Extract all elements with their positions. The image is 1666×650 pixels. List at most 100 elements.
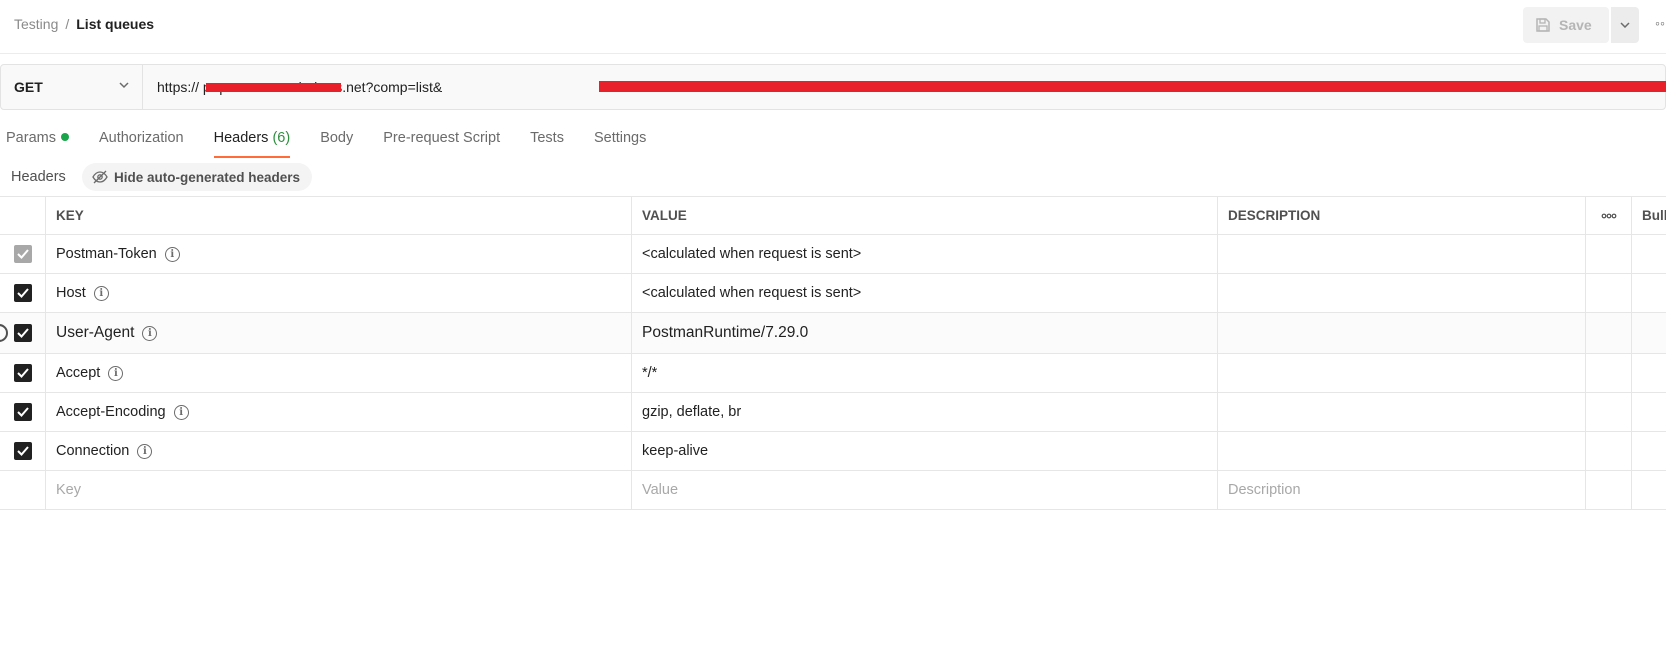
chevron-down-icon [119,82,129,89]
request-header: Testing / List queues Save ◦◦ [0,0,1666,54]
save-label: Save [1559,17,1592,33]
new-header-row: Key Value Description [0,471,1666,510]
header-key-cell[interactable]: User-Agent i [46,313,632,353]
tab-headers[interactable]: Headers (6) [213,122,291,158]
row-spacer-cell [1586,235,1632,273]
headers-count: (6) [272,130,291,146]
header-description-cell[interactable] [1218,432,1586,470]
headers-table: KEY VALUE DESCRIPTION Bulk Postman-Token… [0,196,1666,510]
row-checkbox-cell [0,354,46,392]
header-description-cell[interactable] [1218,235,1586,273]
table-row: Accept i */* [0,354,1666,393]
table-row: Postman-Token i <calculated when request … [0,235,1666,274]
redaction-mark [206,83,341,92]
header-key: Host [56,285,86,301]
row-checkbox[interactable] [13,324,32,342]
header-checkbox-column [0,197,46,234]
column-header-key: KEY [46,197,632,234]
row-checkbox-cell [0,313,46,353]
header-value-cell[interactable]: gzip, deflate, br [632,393,1218,431]
header-description-cell[interactable] [1218,354,1586,392]
row-spacer-cell [1586,471,1632,509]
header-value-cell[interactable]: <calculated when request is sent> [632,235,1218,273]
hide-auto-generated-label: Hide auto-generated headers [114,169,301,185]
row-checkbox-cell [0,432,46,470]
tab-settings[interactable]: Settings [594,122,646,158]
save-button[interactable]: Save [1523,7,1609,43]
table-row: Accept-Encoding i gzip, deflate, br [0,393,1666,432]
header-description-cell[interactable] [1218,393,1586,431]
row-checkbox-cell [0,235,46,273]
column-options-button[interactable] [1586,197,1632,234]
check-icon [16,328,29,338]
check-icon [16,288,29,298]
info-icon[interactable]: i [108,365,124,381]
cursor-ring-icon [0,324,8,342]
save-options-button[interactable] [1611,7,1639,43]
breadcrumb-separator: / [65,16,70,32]
table-row: User-Agent i PostmanRuntime/7.29.0 [0,313,1666,354]
headers-section-label: Headers [11,169,66,185]
header-key: Postman-Token [56,246,157,262]
request-name[interactable]: List queues [76,16,154,32]
header-value-cell[interactable]: keep-alive [632,432,1218,470]
tab-body[interactable]: Body [320,122,353,158]
header-value-cell[interactable]: */* [632,354,1218,392]
header-key-cell[interactable]: Postman-Token i [46,235,632,273]
row-checkbox-cell [0,393,46,431]
header-key-cell[interactable]: Connection i [46,432,632,470]
new-value-input[interactable]: Value [632,471,1218,509]
row-spacer-cell [1586,393,1632,431]
header-value-cell[interactable]: PostmanRuntime/7.29.0 [632,313,1218,353]
row-checkbox-cell [0,274,46,312]
tab-authorization[interactable]: Authorization [99,122,184,158]
new-description-input[interactable]: Description [1218,471,1586,509]
row-checkbox[interactable] [13,245,32,263]
check-icon [16,446,29,456]
row-checkbox[interactable] [13,403,32,421]
info-icon[interactable]: i [93,285,109,301]
check-icon [16,407,29,417]
check-icon [16,249,29,259]
method-select[interactable]: GET [1,65,143,109]
table-header-row: KEY VALUE DESCRIPTION Bulk [0,196,1666,235]
breadcrumb-collection[interactable]: Testing [14,16,58,32]
row-checkbox[interactable] [13,442,32,460]
tab-pre-request-script[interactable]: Pre-request Script [383,122,500,158]
redaction-mark [599,81,1666,92]
method-label: GET [14,79,43,95]
header-description-cell[interactable] [1218,313,1586,353]
info-icon[interactable]: i [137,443,153,459]
row-checkbox[interactable] [13,364,32,382]
params-indicator-dot [60,133,69,141]
info-icon[interactable]: i [173,404,189,420]
bulk-edit-button[interactable]: Bulk [1632,197,1666,234]
check-icon [16,368,29,378]
more-options-icon[interactable]: ◦◦ [1655,15,1665,31]
row-spacer-cell [1586,432,1632,470]
new-key-input[interactable]: Key [46,471,632,509]
hide-auto-generated-headers-button[interactable]: Hide auto-generated headers [82,163,313,191]
tab-tests[interactable]: Tests [530,122,564,158]
chevron-down-icon [1620,22,1630,28]
header-key-cell[interactable]: Host i [46,274,632,312]
breadcrumb: Testing / List queues [14,16,154,32]
header-key: User-Agent [56,324,135,341]
row-spacer-cell [1586,354,1632,392]
table-row: Connection i keep-alive [0,432,1666,471]
request-tabs: Params Authorization Headers (6) Body Pr… [0,122,676,158]
row-checkbox-cell [0,471,46,509]
url-bar: GET https:// p.queue.core.windows.net?co… [0,64,1666,110]
row-spacer-cell [1586,274,1632,312]
header-description-cell[interactable] [1218,274,1586,312]
header-value-cell[interactable]: <calculated when request is sent> [632,274,1218,312]
header-key-cell[interactable]: Accept i [46,354,632,392]
info-icon[interactable]: i [164,246,180,262]
header-key-cell[interactable]: Accept-Encoding i [46,393,632,431]
info-icon[interactable]: i [142,325,158,341]
more-horizontal-icon [1601,213,1616,218]
table-row: Host i <calculated when request is sent> [0,274,1666,313]
tab-params[interactable]: Params [6,122,69,158]
row-checkbox[interactable] [13,284,32,302]
header-key: Accept-Encoding [56,404,166,420]
